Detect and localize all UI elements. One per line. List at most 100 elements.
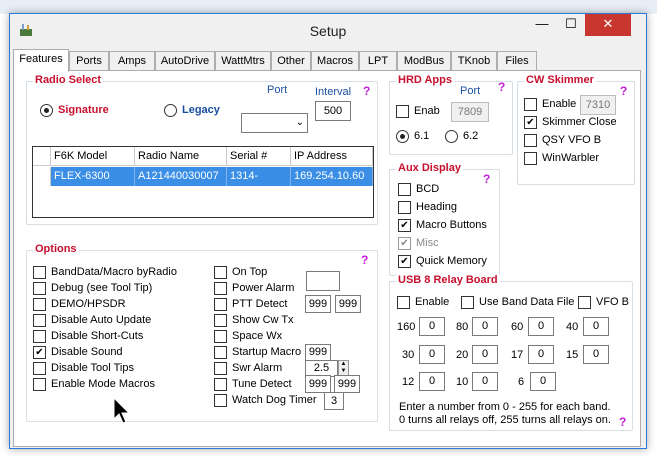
option-checkbox-demo[interactable]: [33, 298, 46, 311]
band-input-60[interactable]: 0: [528, 317, 554, 336]
radio-grid[interactable]: F6K Model Radio Name Serial # IP Address…: [32, 146, 374, 218]
option-checkbox-on-top[interactable]: [214, 266, 227, 279]
option-label-tooltips: Disable Tool Tips: [51, 362, 134, 374]
option-checkbox-space-wx[interactable]: [214, 330, 227, 343]
grid-header-serial[interactable]: Serial #: [227, 147, 291, 166]
power-alarm-input[interactable]: [306, 271, 340, 291]
cw-skimmer-help-icon[interactable]: ?: [620, 84, 627, 98]
option-checkbox-mode-macros[interactable]: [33, 378, 46, 391]
skimmer-close-checkbox[interactable]: ✔: [524, 116, 537, 129]
band-input-160[interactable]: 0: [419, 317, 445, 336]
tab-lpt[interactable]: LPT: [359, 51, 397, 71]
ptt-detect-input-b[interactable]: 999: [335, 295, 361, 313]
misc-label: Misc: [416, 237, 439, 249]
interval-input[interactable]: 500: [315, 101, 351, 121]
band-input-10[interactable]: 0: [472, 372, 498, 391]
grid-header-radio-name[interactable]: Radio Name: [135, 147, 227, 166]
heading-checkbox[interactable]: [398, 201, 411, 214]
table-cell-model[interactable]: FLEX-6300: [51, 167, 135, 186]
tune-detect-input-b[interactable]: 999: [334, 375, 360, 393]
option-checkbox-sound[interactable]: ✔: [33, 346, 46, 359]
tab-ports[interactable]: Ports: [69, 51, 109, 71]
tune-detect-input-a[interactable]: 999: [305, 375, 331, 393]
ptt-detect-input-a[interactable]: 999: [305, 295, 331, 313]
maximize-button[interactable]: ☐: [557, 14, 585, 36]
port-dropdown[interactable]: ⌄: [241, 113, 308, 133]
tab-tknob[interactable]: TKnob: [451, 51, 497, 71]
option-checkbox-shortcuts[interactable]: [33, 330, 46, 343]
radio-select-help-icon[interactable]: ?: [363, 84, 370, 98]
band-input-17[interactable]: 0: [528, 345, 554, 364]
port-label: Port: [267, 84, 288, 96]
band-input-15[interactable]: 0: [583, 345, 609, 364]
grid-header-ip[interactable]: IP Address: [291, 147, 373, 166]
option-checkbox-swr-alarm[interactable]: [214, 362, 227, 375]
table-cell-serial[interactable]: 1314-4010...: [227, 167, 291, 200]
tab-modbus[interactable]: ModBus: [397, 51, 451, 71]
hrd-61-radio[interactable]: [396, 130, 409, 143]
macro-buttons-checkbox[interactable]: ✔: [398, 219, 411, 232]
tab-files[interactable]: Files: [497, 51, 537, 71]
option-checkbox-ptt-detect[interactable]: [214, 298, 227, 311]
grid-header-model[interactable]: F6K Model: [51, 147, 135, 166]
options-help-icon[interactable]: ?: [361, 253, 368, 267]
band-label-17: 17: [511, 349, 524, 361]
minimize-button[interactable]: —: [528, 14, 556, 36]
hrd-62-radio[interactable]: [445, 130, 458, 143]
option-label-swr-alarm: Swr Alarm: [232, 362, 283, 374]
signature-radio[interactable]: [40, 104, 53, 117]
qsy-vfo-b-label: QSY VFO B: [542, 134, 602, 146]
use-band-data-label: Use Band Data File: [479, 296, 575, 308]
usb-relay-help-icon[interactable]: ?: [619, 415, 626, 429]
option-checkbox-tooltips[interactable]: [33, 362, 46, 375]
row-selector[interactable]: [33, 167, 51, 186]
cw-enable-checkbox[interactable]: [524, 98, 537, 111]
startup-macro-input[interactable]: 999: [305, 344, 331, 361]
option-checkbox-power-alarm[interactable]: [214, 282, 227, 295]
option-checkbox-banddata[interactable]: [33, 266, 46, 279]
table-cell-ip[interactable]: 169.254.10.60: [291, 167, 373, 186]
winwarbler-checkbox[interactable]: [524, 152, 537, 165]
tab-features[interactable]: Features: [13, 49, 69, 72]
hrd-help-icon[interactable]: ?: [498, 80, 505, 94]
skimmer-close-label: Skimmer Close: [542, 116, 617, 128]
tab-macros[interactable]: Macros: [311, 51, 359, 71]
tab-other[interactable]: Other: [271, 51, 311, 71]
option-checkbox-show-cw-tx[interactable]: [214, 314, 227, 327]
option-label-debug: Debug (see Tool Tip): [51, 282, 153, 294]
band-label-80: 80: [456, 321, 469, 333]
option-checkbox-tune-detect[interactable]: [214, 378, 227, 391]
hrd-enab-checkbox[interactable]: [396, 105, 409, 118]
legacy-radio[interactable]: [164, 104, 177, 117]
option-checkbox-startup-macro[interactable]: [214, 346, 227, 359]
title-bar[interactable]: Setup — ☐ ✕: [10, 14, 646, 45]
band-input-6[interactable]: 0: [530, 372, 556, 391]
swr-spin-arrows-icon[interactable]: ▲ ▼: [338, 360, 349, 376]
band-input-40[interactable]: 0: [583, 317, 609, 336]
band-input-20[interactable]: 0: [472, 345, 498, 364]
relay-vfob-checkbox[interactable]: [578, 296, 591, 309]
misc-checkbox[interactable]: ✔: [398, 237, 411, 250]
band-input-80[interactable]: 0: [472, 317, 498, 336]
option-checkbox-auto-update[interactable]: [33, 314, 46, 327]
cw-port-input[interactable]: 7310: [580, 95, 616, 115]
use-band-data-checkbox[interactable]: [461, 296, 474, 309]
aux-help-icon[interactable]: ?: [483, 172, 490, 186]
aux-display-group: Aux Display ? BCD Heading ✔ Macro Button…: [389, 162, 500, 276]
option-checkbox-watchdog[interactable]: [214, 394, 227, 407]
watchdog-input[interactable]: 3: [324, 392, 344, 410]
close-button[interactable]: ✕: [585, 14, 631, 36]
tab-autodrive[interactable]: AutoDrive: [155, 51, 215, 71]
band-input-12[interactable]: 0: [419, 372, 445, 391]
hrd-port-input[interactable]: 7809: [451, 102, 489, 122]
relay-enable-checkbox[interactable]: [397, 296, 410, 309]
options-title: Options: [33, 243, 79, 255]
band-input-30[interactable]: 0: [419, 345, 445, 364]
tab-wattmtrs[interactable]: WattMtrs: [215, 51, 271, 71]
qsy-vfo-b-checkbox[interactable]: [524, 134, 537, 147]
bcd-checkbox[interactable]: [398, 183, 411, 196]
table-cell-radio-name[interactable]: A121440030007: [135, 167, 227, 186]
tab-amps[interactable]: Amps: [109, 51, 155, 71]
option-checkbox-debug[interactable]: [33, 282, 46, 295]
quick-memory-checkbox[interactable]: ✔: [398, 255, 411, 268]
